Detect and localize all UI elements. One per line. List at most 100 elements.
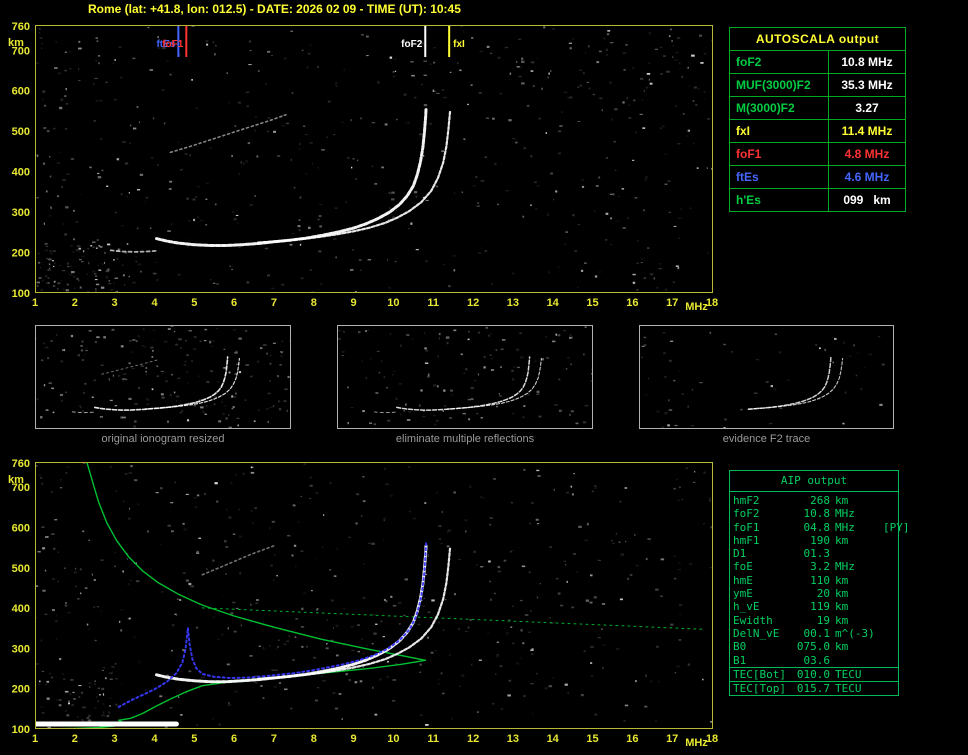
thumb-f2	[640, 326, 894, 430]
thumb-filtered	[338, 326, 595, 429]
aip-row-h_vE: h_vE119km	[730, 600, 898, 613]
aip-param-note	[883, 668, 895, 681]
x-tick-label: 14	[547, 297, 560, 309]
x-tick-label: 11	[427, 297, 439, 309]
aip-param-name: DelN_vE	[733, 627, 795, 640]
autoscala-param-value: 3.27	[829, 97, 906, 120]
y-tick-label: 200	[12, 684, 30, 696]
x-tick-label: 15	[586, 733, 598, 745]
trace-F2-O-trace	[157, 545, 427, 682]
aip-param-value: 19	[795, 614, 835, 627]
trace-low-flat-trace	[72, 412, 96, 413]
autoscala-row-foF2: foF210.8 MHz	[730, 51, 906, 74]
x-axis-unit-label: MHz	[685, 301, 708, 313]
aip-param-note	[883, 507, 895, 520]
y-tick-label: 300	[12, 207, 30, 219]
autoscala-row-MUF(3000)F2: MUF(3000)F235.3 MHz	[730, 74, 906, 97]
x-tick-label: 1	[32, 297, 38, 309]
ionogram-top: 760700600500400300200100km12345678910111…	[8, 21, 718, 313]
x-tick-label: 4	[151, 733, 158, 745]
x-tick-label: 10	[387, 733, 399, 745]
aip-param-unit: km	[835, 494, 883, 507]
y-tick-label: 500	[12, 126, 30, 138]
y-tick-label: 200	[12, 248, 30, 260]
aip-row-B0: B0075.0km	[730, 640, 898, 653]
x-tick-label: 13	[507, 297, 519, 309]
autoscala-param-value: 35.3 MHz	[829, 74, 906, 97]
trace-F2-X-trace	[258, 112, 450, 243]
aip-row-ymE: ymE20km	[730, 587, 898, 600]
trace-second-hop-trace	[170, 115, 286, 153]
aip-param-unit: TECU	[835, 682, 883, 695]
aip-param-value: 03.6	[795, 654, 835, 667]
autoscala-row-h'Es: h'Es099 km	[730, 189, 906, 212]
aip-param-note	[883, 614, 895, 627]
aip-row-Ewidth: Ewidth19km	[730, 614, 898, 627]
trace-profile-bottomside	[51, 660, 425, 729]
autoscala-title: AUTOSCALA output	[730, 28, 906, 51]
aip-param-name: hmF2	[733, 494, 795, 507]
y-tick-label: 760	[12, 458, 30, 470]
aip-param-value: 110	[795, 574, 835, 587]
x-tick-label: 17	[666, 297, 678, 309]
aip-param-value: 075.0	[795, 640, 835, 653]
aip-param-note	[883, 654, 895, 667]
autoscala-row-foF1: foF14.8 MHz	[730, 143, 906, 166]
aip-param-name: foF1	[733, 521, 795, 534]
aip-param-value: 190	[795, 534, 835, 547]
thumb-caption-filtered: eliminate multiple reflections	[337, 433, 593, 445]
x-tick-label: 3	[112, 733, 118, 745]
marker-label-foF1: foF1	[162, 39, 184, 50]
trace-F2-O-trace	[95, 357, 228, 410]
x-tick-label: 4	[151, 297, 158, 309]
aip-row-hmE: hmE110km	[730, 574, 898, 587]
x-tick-label: 3	[112, 297, 118, 309]
aip-param-name: foE	[733, 560, 795, 573]
autoscala-output-table: AUTOSCALA outputfoF210.8 MHzMUF(3000)F23…	[729, 27, 906, 212]
aip-param-name: ymE	[733, 587, 795, 600]
x-tick-label: 9	[351, 297, 357, 309]
autoscala-param-value: 10.8 MHz	[829, 51, 906, 74]
ionogram-bottom-border	[36, 463, 713, 729]
thumb-original-area	[36, 326, 294, 429]
ionogram-top-axes: 760700600500400300200100km12345678910111…	[8, 21, 718, 313]
aip-param-value: 268	[795, 494, 835, 507]
y-axis-unit-label: km	[8, 37, 24, 49]
autoscala-param-value: 4.8 MHz	[829, 143, 906, 166]
x-tick-label: 14	[547, 733, 560, 745]
x-tick-label: 13	[507, 733, 519, 745]
aip-param-name: h_vE	[733, 600, 795, 613]
x-tick-label: 12	[467, 733, 479, 745]
y-tick-label: 400	[12, 167, 30, 179]
aip-row-hmF2: hmF2268km	[730, 494, 898, 507]
aip-param-name: foF2	[733, 507, 795, 520]
aip-title: AIP output	[730, 471, 898, 492]
trace-profile-topside	[87, 462, 426, 660]
aip-row-B1: B103.6	[730, 654, 898, 667]
aip-row-DelN_vE: DelN_vE00.1m^(-3)	[730, 627, 898, 640]
aip-param-unit	[835, 547, 883, 560]
aip-param-unit: km	[835, 587, 883, 600]
trace-low-flat-trace	[111, 250, 159, 252]
aip-param-value: 010.0	[795, 668, 835, 681]
trace-low-flat-trace	[374, 412, 398, 413]
aip-param-value: 04.8	[795, 521, 835, 534]
thumb-caption-f2: evidence F2 trace	[639, 433, 894, 445]
page-title: Rome (lat: +41.8, lon: 012.5) - DATE: 20…	[88, 2, 461, 16]
marker-label-foF2: foF2	[401, 39, 423, 50]
x-tick-label: 1	[32, 733, 38, 745]
thumb-filtered-area	[338, 326, 595, 425]
aip-param-note	[883, 494, 895, 507]
ionogram-bottom: 760700600500400300200100km12345678910111…	[8, 458, 718, 749]
aip-param-unit: km	[835, 534, 883, 547]
autoscala-window: 760700600500400300200100km12345678910111…	[0, 0, 968, 755]
aip-param-unit: km	[835, 614, 883, 627]
autoscala-param-label: MUF(3000)F2	[730, 74, 829, 97]
y-tick-label: 100	[12, 724, 30, 736]
aip-param-name: B0	[733, 640, 795, 653]
autoscala-param-label: foF2	[730, 51, 829, 74]
aip-param-value: 20	[795, 587, 835, 600]
x-tick-label: 2	[72, 297, 78, 309]
aip-param-value: 10.8	[795, 507, 835, 520]
aip-param-unit	[835, 654, 883, 667]
